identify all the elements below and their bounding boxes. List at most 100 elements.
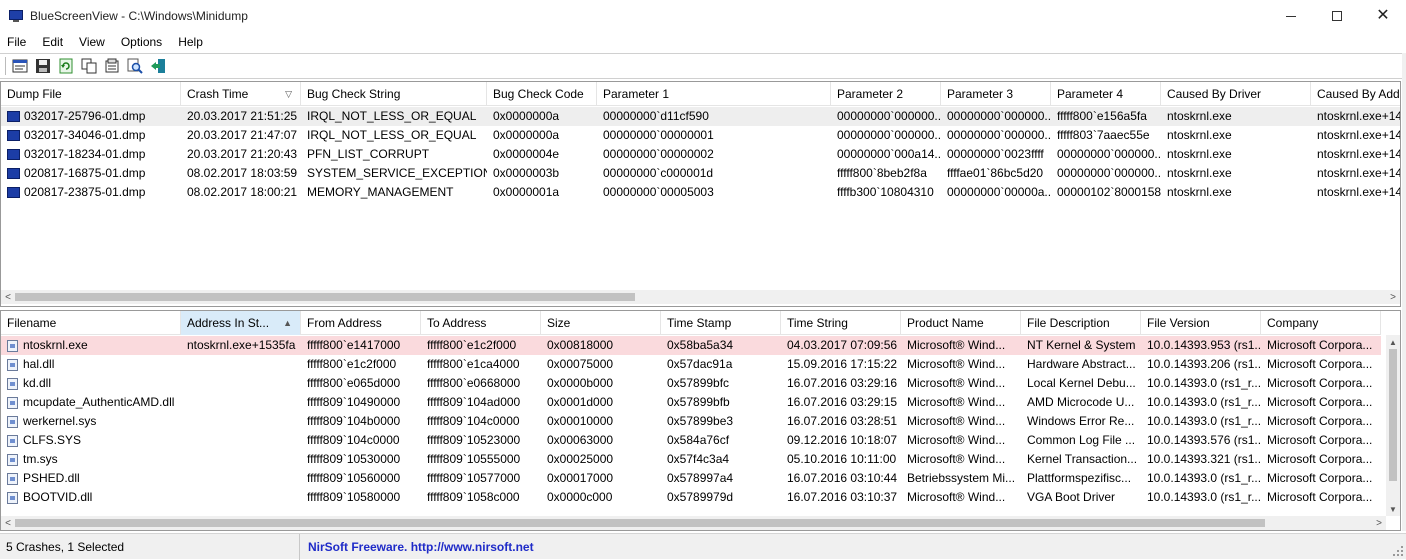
copy-button[interactable]: [79, 56, 99, 76]
table-row[interactable]: ntoskrnl.exe ntoskrnl.exe+1535fa fffff800`…: [1, 336, 1381, 355]
crash-column-header-crash-time[interactable]: Crash Time ▽: [181, 82, 301, 106]
table-cell: Betriebssystem Mi...: [901, 469, 1021, 488]
scroll-up-icon[interactable]: ▲: [1386, 335, 1400, 349]
table-row[interactable]: 032017-34046-01.dmp 20.03.2017 21:47:07 IR…: [1, 126, 1400, 145]
driver-column-header-address-in-st[interactable]: Address In St... ▲: [181, 311, 301, 335]
table-cell: fffff800`8beb2f8a: [831, 164, 941, 183]
driver-column-header-time-string[interactable]: Time String: [781, 311, 901, 335]
driver-column-header-company[interactable]: Company: [1261, 311, 1381, 335]
driver-column-header-file-description[interactable]: File Description: [1021, 311, 1141, 335]
column-header-label: Time String: [787, 316, 848, 330]
hscroll-thumb[interactable]: [15, 293, 635, 301]
cell-text: 08.02.2017 18:03:59: [187, 166, 298, 180]
menu-help[interactable]: Help: [170, 35, 211, 49]
menu-view[interactable]: View: [71, 35, 113, 49]
crash-column-header-caused-by-addr[interactable]: Caused By Addr: [1311, 82, 1400, 106]
table-cell: 10.0.14393.0 (rs1_r...: [1141, 393, 1261, 412]
crash-column-header-parameter-1[interactable]: Parameter 1: [597, 82, 831, 106]
table-cell: 08.02.2017 18:03:59: [181, 164, 301, 183]
scroll-right-icon[interactable]: >: [1372, 516, 1386, 530]
table-row[interactable]: CLFS.SYS fffff809`104c0000 fffff809`105230…: [1, 431, 1381, 450]
table-row[interactable]: tm.sys fffff809`10530000 fffff809`10555000…: [1, 450, 1381, 469]
crash-column-header-parameter-2[interactable]: Parameter 2: [831, 82, 941, 106]
cell-text: fffff809`10580000: [307, 490, 401, 504]
minimize-button[interactable]: [1268, 0, 1314, 32]
table-row[interactable]: PSHED.dll fffff809`10560000 fffff809`10577…: [1, 469, 1381, 488]
table-row[interactable]: 032017-25796-01.dmp 20.03.2017 21:51:25 IR…: [1, 107, 1400, 126]
cell-text: Microsoft Corpora...: [1267, 490, 1373, 504]
driver-column-header-from-address[interactable]: From Address: [301, 311, 421, 335]
resize-grip-icon[interactable]: [1392, 545, 1404, 557]
save-button[interactable]: [33, 56, 53, 76]
menu-file[interactable]: File: [0, 35, 34, 49]
cell-text: 10.0.14393.0 (rs1_r...: [1147, 376, 1261, 390]
driver-column-header-product-name[interactable]: Product Name: [901, 311, 1021, 335]
table-row[interactable]: mcupdate_AuthenticAMD.dll fffff809`104900…: [1, 393, 1381, 412]
menu-options[interactable]: Options: [113, 35, 170, 49]
table-cell: Microsoft Corpora...: [1261, 412, 1381, 431]
crash-column-header-caused-by-driver[interactable]: Caused By Driver: [1161, 82, 1311, 106]
table-cell: 0x00017000: [541, 469, 661, 488]
nirsoft-link[interactable]: NirSoft Freeware. http://www.nirsoft.net: [300, 540, 534, 554]
cell-text: 04.03.2017 07:09:56: [787, 338, 898, 352]
dump-file-icon: [7, 187, 20, 198]
driver-list-header: Filename Address In St... ▲ From Address To …: [1, 311, 1381, 335]
menu-edit[interactable]: Edit: [34, 35, 71, 49]
exit-button[interactable]: [148, 56, 168, 76]
table-cell: 10.0.14393.953 (rs1...: [1141, 336, 1261, 355]
table-row[interactable]: 032017-18234-01.dmp 20.03.2017 21:20:43 PF…: [1, 145, 1400, 164]
crash-column-header-dump-file[interactable]: Dump File: [1, 82, 181, 106]
driver-column-header-time-stamp[interactable]: Time Stamp: [661, 311, 781, 335]
vscroll-thumb[interactable]: [1389, 349, 1397, 481]
table-cell: 00000000`00000a...: [941, 183, 1051, 202]
scroll-left-icon[interactable]: <: [1, 516, 15, 530]
cell-text: 0x00063000: [547, 433, 614, 447]
driver-list-vscrollbar[interactable]: ▲ ▼: [1386, 335, 1400, 516]
find-button[interactable]: [125, 56, 145, 76]
scroll-left-icon[interactable]: <: [1, 290, 15, 304]
table-cell: [181, 393, 301, 412]
html-report-button[interactable]: [102, 56, 122, 76]
crash-column-header-parameter-3[interactable]: Parameter 3: [941, 82, 1051, 106]
driver-column-header-file-version[interactable]: File Version: [1141, 311, 1261, 335]
cell-text: ffffb300`10804310: [837, 185, 934, 199]
table-cell: 05.10.2016 10:11:00: [781, 450, 901, 469]
hscroll-thumb[interactable]: [15, 519, 1265, 527]
cell-text: fffff800`e1ca4000: [427, 357, 520, 371]
driver-list-hscrollbar[interactable]: < >: [1, 516, 1386, 530]
table-row[interactable]: 020817-23875-01.dmp 08.02.2017 18:00:21 ME…: [1, 183, 1401, 202]
driver-column-header-to-address[interactable]: To Address: [421, 311, 541, 335]
driver-column-header-size[interactable]: Size: [541, 311, 661, 335]
scroll-right-icon[interactable]: >: [1386, 290, 1400, 304]
table-cell: 16.07.2016 03:10:44: [781, 469, 901, 488]
table-row[interactable]: kd.dll fffff800`e065d000 fffff800`e0668000…: [1, 374, 1381, 393]
table-row[interactable]: BOOTVID.dll fffff809`10580000 fffff809`105…: [1, 488, 1381, 507]
close-button[interactable]: ✕: [1360, 0, 1406, 32]
cell-text: 16.07.2016 03:29:16: [787, 376, 898, 390]
column-header-label: Address In St...: [187, 316, 270, 330]
cell-text: 00000000`00005003: [603, 185, 714, 199]
table-cell: 20.03.2017 21:51:25: [181, 107, 301, 126]
crash-column-header-parameter-4[interactable]: Parameter 4: [1051, 82, 1161, 106]
refresh-button[interactable]: [56, 56, 76, 76]
table-row[interactable]: 020817-16875-01.dmp 08.02.2017 18:03:59 SY…: [1, 164, 1400, 183]
cell-text: BOOTVID.dll: [23, 490, 93, 504]
table-row[interactable]: werkernel.sys fffff809`104b0000 fffff809`1…: [1, 412, 1381, 431]
table-cell: Microsoft® Wind...: [901, 488, 1021, 507]
table-cell: fffff809`10580000: [301, 488, 421, 507]
crash-column-header-bug-check-string[interactable]: Bug Check String: [301, 82, 487, 106]
driver-column-header-filename[interactable]: Filename: [1, 311, 181, 335]
properties-button[interactable]: [10, 56, 30, 76]
crash-column-header-bug-check-code[interactable]: Bug Check Code: [487, 82, 597, 106]
scroll-down-icon[interactable]: ▼: [1386, 502, 1400, 516]
table-cell: 00000000`000000...: [941, 107, 1051, 126]
cell-text: Microsoft Corpora...: [1267, 376, 1373, 390]
maximize-button[interactable]: [1314, 0, 1360, 32]
cell-text: 0x58ba5a34: [667, 338, 734, 352]
table-cell: 020817-23875-01.dmp: [1, 183, 181, 202]
cell-text: ntoskrnl.exe+14a: [1317, 185, 1401, 199]
refresh-icon: [59, 58, 73, 74]
table-row[interactable]: hal.dll fffff800`e1c2f000 fffff800`e1ca400…: [1, 355, 1381, 374]
cell-text: fffff809`10577000: [427, 471, 521, 485]
crash-list-hscrollbar[interactable]: < >: [1, 290, 1400, 304]
